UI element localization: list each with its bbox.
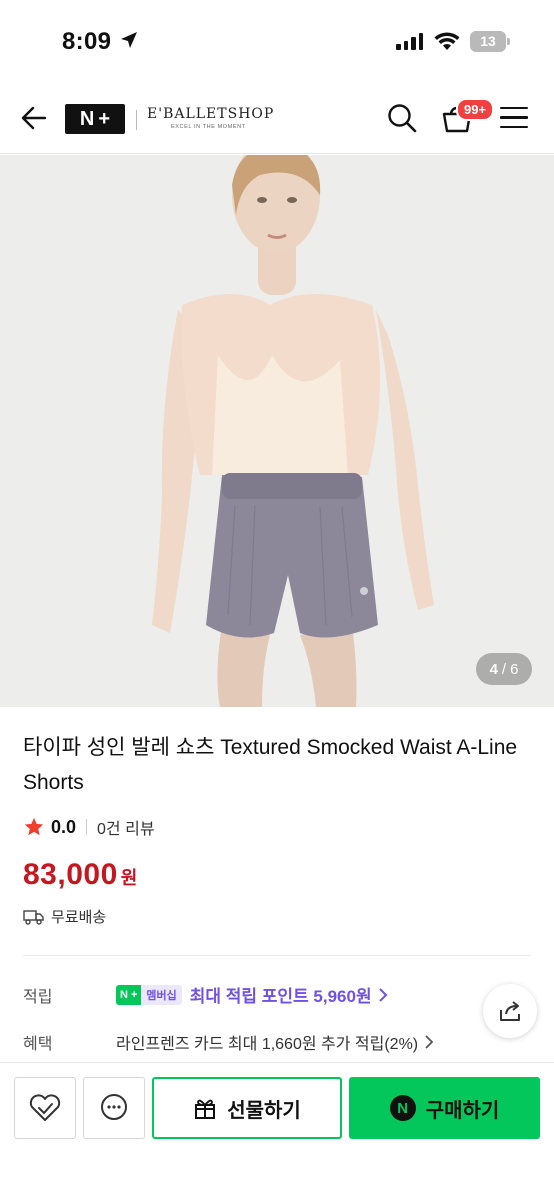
image-page-indicator: 4 / 6	[476, 653, 532, 685]
battery-tip	[507, 38, 510, 45]
wifi-icon	[434, 32, 460, 50]
chat-bubble-icon	[101, 1094, 127, 1120]
talk-talk-chat-button[interactable]	[83, 1077, 145, 1139]
rating-separator	[86, 819, 88, 835]
rating-row[interactable]: 0.0 0건 리뷰	[23, 815, 155, 839]
rating-score: 0.0	[51, 816, 77, 837]
logo-n: N	[79, 107, 95, 130]
product-image-gallery[interactable]: 4 / 6	[0, 155, 554, 707]
price-currency: 원	[120, 868, 138, 888]
benefit-row[interactable]: 혜택 라인프렌즈 카드 최대 1,660원 추가 적립(2%)	[23, 1030, 434, 1054]
badge-n: N	[120, 988, 128, 1001]
back-arrow-icon[interactable]	[20, 104, 48, 132]
wishlist-button[interactable]	[14, 1077, 76, 1139]
points-row[interactable]: 적립 N + 멤버십 최대 적립 포인트 5,960원	[23, 982, 388, 1007]
badge-plus: +	[130, 988, 138, 1001]
buy-label: 구매하기	[425, 1099, 500, 1122]
brand-tagline: EXCEL IN THE MOMENT	[171, 124, 246, 130]
status-bar: 8:09 13	[0, 0, 554, 82]
star-icon	[24, 817, 44, 836]
points-label: 적립	[23, 988, 53, 1006]
app-header: N + E'BALLETSHOP EXCEL IN THE MOMENT 99+	[0, 82, 554, 154]
shipping-info: 무료배송	[23, 906, 106, 927]
share-button[interactable]	[483, 984, 537, 1038]
cellular-signal-icon	[396, 32, 423, 50]
share-icon	[500, 1001, 520, 1021]
delivery-truck-icon	[23, 909, 44, 925]
product-price: 83,000 원	[23, 858, 137, 892]
product-photo	[0, 155, 554, 707]
gift-button[interactable]: 선물하기	[152, 1077, 342, 1139]
brand-logo[interactable]: E'BALLETSHOP EXCEL IN THE MOMENT	[147, 106, 274, 130]
gift-label: 선물하기	[227, 1099, 301, 1122]
location-arrow-icon	[121, 32, 137, 48]
gift-icon	[195, 1099, 216, 1119]
price-value: 83,000	[23, 858, 118, 891]
nplus-store-logo[interactable]: N +	[65, 104, 125, 134]
search-icon[interactable]	[386, 102, 418, 134]
bottom-action-bar: 선물하기 N 구매하기	[0, 1062, 554, 1200]
page-total: 6	[510, 660, 519, 678]
page-current: 4	[489, 660, 498, 678]
nplus-membership-badge: N + 멤버십	[116, 984, 182, 1005]
section-divider	[23, 955, 531, 956]
naver-pay-n-icon: N	[389, 1095, 416, 1121]
hamburger-menu-icon[interactable]	[500, 107, 528, 129]
logo-divider	[136, 110, 137, 130]
chevron-right-icon	[378, 987, 388, 1002]
card-benefit-text: 라인프렌즈 카드 최대 1,660원 추가 적립(2%)	[116, 1036, 419, 1053]
chevron-right-icon	[425, 1035, 434, 1049]
benefit-label: 혜택	[23, 1036, 53, 1053]
status-time: 8:09	[62, 28, 112, 55]
page-separator: /	[501, 660, 507, 678]
logo-plus: +	[98, 107, 111, 130]
heart-check-icon	[29, 1094, 61, 1121]
cart-count-badge: 99+	[456, 98, 495, 121]
max-points-text: 최대 적립 포인트 5,960원	[189, 987, 372, 1006]
review-count-link[interactable]: 0건 리뷰	[97, 815, 155, 839]
product-title: 타이파 성인 발레 쇼츠 Textured Smocked Waist A-Li…	[23, 736, 518, 794]
brand-name: E'BALLETSHOP	[147, 106, 275, 122]
battery-icon: 13	[470, 31, 506, 52]
badge-membership: 멤버십	[141, 984, 182, 1005]
buy-button[interactable]: N 구매하기	[349, 1077, 540, 1139]
shipping-text: 무료배송	[51, 909, 107, 926]
